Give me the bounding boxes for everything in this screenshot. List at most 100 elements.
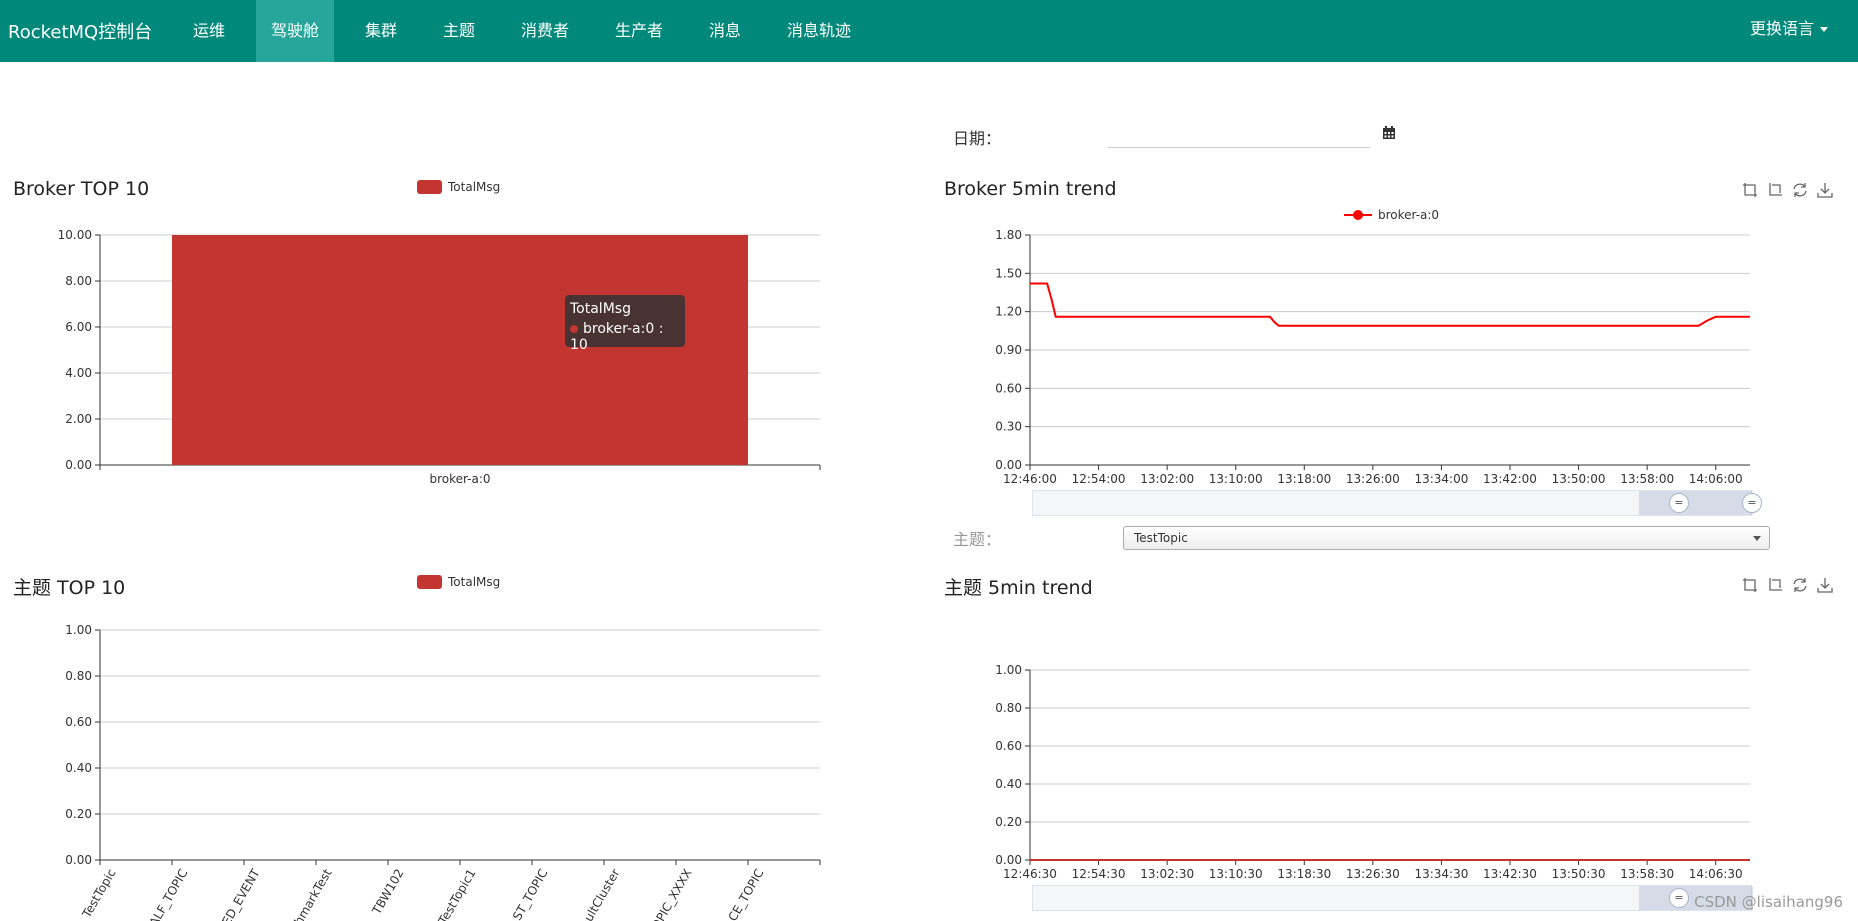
- x-tick-label: 13:26:00: [1346, 472, 1400, 486]
- x-tick-label: broker-a:0: [429, 472, 490, 486]
- legend-swatch: [417, 575, 442, 589]
- x-tick-label: 13:42:00: [1483, 472, 1537, 486]
- y-tick-label: 2.00: [65, 412, 92, 426]
- y-tick-label: 10.00: [58, 228, 92, 242]
- nav-item-producer[interactable]: 生产者: [600, 0, 678, 62]
- refresh-icon[interactable]: [1792, 577, 1808, 593]
- y-tick-label: 0.80: [995, 701, 1022, 715]
- x-tick-label: 13:50:00: [1552, 472, 1606, 486]
- tooltip-title: TotalMsg: [570, 301, 631, 317]
- x-tick-label: 13:58:00: [1620, 472, 1674, 486]
- zoom-reset-icon[interactable]: [1767, 577, 1783, 593]
- y-tick-label: 0.60: [995, 381, 1022, 395]
- topic-top-legend[interactable]: TotalMsg: [417, 575, 500, 589]
- x-tick-label: 13:02:00: [1140, 472, 1194, 486]
- x-tick-label: 12:46:00: [1003, 472, 1057, 486]
- zoom-icon[interactable]: [1742, 182, 1758, 198]
- dropdown-arrow-icon: [1753, 536, 1761, 541]
- nav-item-dashboard[interactable]: 驾驶舱: [256, 0, 335, 62]
- y-tick-label: 0.90: [995, 343, 1022, 357]
- broker-top-title: Broker TOP 10: [13, 178, 150, 200]
- y-tick-label: 1.50: [995, 266, 1022, 280]
- x-tick-label: 13:18:30: [1277, 867, 1331, 881]
- language-dropdown[interactable]: 更换语言: [1750, 0, 1828, 62]
- nav-item-ops[interactable]: 运维: [178, 0, 240, 62]
- x-tick-label: 13:18:00: [1277, 472, 1331, 486]
- y-tick-label: 0.80: [65, 669, 92, 683]
- broker-trend-title: Broker 5min trend: [944, 178, 1117, 200]
- x-tick-label: 14:06:00: [1689, 472, 1743, 486]
- x-tick-label: 13:10:30: [1209, 867, 1263, 881]
- zoom-icon[interactable]: [1742, 577, 1758, 593]
- x-tick-label: ...ED_EVENT: [213, 866, 262, 921]
- zoom-reset-icon[interactable]: [1767, 182, 1783, 198]
- y-tick-label: 0.30: [995, 420, 1022, 434]
- topic-top-chart: 0.00 0.20 0.40 0.60 0.80 1.00 TestTopic ...ALF_…: [65, 623, 821, 921]
- y-tick-label: 8.00: [65, 274, 92, 288]
- broker-trend-chart: 0.00 0.30 0.60 0.90 1.20 1.50 1.80 12:46:00 12:5…: [995, 228, 1750, 486]
- y-tick-label: 0.40: [65, 761, 92, 775]
- topic-trend-zoom-slider[interactable]: =: [1032, 885, 1753, 911]
- x-tick-label: ...faultCluster: [570, 866, 623, 921]
- date-input[interactable]: [1108, 120, 1370, 148]
- nav-item-cluster[interactable]: 集群: [350, 0, 412, 62]
- tooltip-dot: [570, 325, 578, 333]
- zoom-handle-left[interactable]: =: [1669, 493, 1689, 513]
- topic-select-value: TestTopic: [1134, 531, 1188, 545]
- x-tick-label: 13:26:30: [1346, 867, 1400, 881]
- legend-label: TotalMsg: [448, 575, 501, 589]
- y-tick-label: 1.80: [995, 228, 1022, 242]
- y-tick-label: 0.00: [65, 458, 92, 472]
- download-icon[interactable]: [1817, 182, 1833, 198]
- caret-down-icon: [1820, 27, 1828, 32]
- y-tick-label: 4.00: [65, 366, 92, 380]
- y-tick-label: 0.00: [65, 853, 92, 867]
- nav-item-topic[interactable]: 主题: [428, 0, 490, 62]
- topic-label: 主题：: [953, 530, 1002, 549]
- x-tick-label: ...CE_TOPIC: [720, 867, 767, 921]
- broker-top-chart: 0.00 2.00 4.00 6.00 8.00 10.00 broker-a:0: [58, 228, 821, 486]
- x-tick-label: TestTopic: [79, 867, 119, 921]
- y-tick-label: 1.00: [995, 663, 1022, 677]
- y-tick-label: 0.00: [995, 853, 1022, 867]
- x-tick-label: 12:54:00: [1072, 472, 1126, 486]
- x-tick-label: 13:34:30: [1414, 867, 1468, 881]
- y-tick-label: 0.60: [995, 739, 1022, 753]
- x-tick-label: 13:58:30: [1620, 867, 1674, 881]
- x-tick-label: 13:02:30: [1140, 867, 1194, 881]
- refresh-icon[interactable]: [1792, 182, 1808, 198]
- nav-item-message[interactable]: 消息: [694, 0, 756, 62]
- zoom-handle-left[interactable]: =: [1669, 888, 1689, 908]
- zoom-selection[interactable]: [1639, 491, 1753, 515]
- calendar-icon[interactable]: [1382, 126, 1396, 140]
- broker-top-legend[interactable]: TotalMsg: [417, 180, 500, 194]
- y-tick-label: 1.00: [65, 623, 92, 637]
- x-tick-label: 13:34:00: [1414, 472, 1468, 486]
- x-tick-label: TestTopic1: [435, 867, 478, 921]
- y-tick-label: 1.20: [995, 305, 1022, 319]
- y-tick-label: 0.60: [65, 715, 92, 729]
- topic-trend-title: 主题 5min trend: [944, 577, 1093, 599]
- brand-title[interactable]: RocketMQ控制台: [8, 18, 152, 44]
- x-tick-label: 12:46:30: [1003, 867, 1057, 881]
- legend-swatch: [417, 180, 442, 194]
- tooltip-line: broker-a:0 : 10: [570, 321, 664, 353]
- x-tick-label: 13:42:30: [1483, 867, 1537, 881]
- topic-select[interactable]: TestTopic: [1123, 526, 1770, 550]
- download-icon[interactable]: [1817, 577, 1833, 593]
- x-tick-label: 12:54:30: [1072, 867, 1126, 881]
- y-tick-label: 0.20: [995, 815, 1022, 829]
- zoom-handle-right[interactable]: =: [1742, 493, 1762, 513]
- broker-trend-zoom-slider[interactable]: = =: [1032, 490, 1762, 516]
- x-tick-label: ...ST_TOPIC: [504, 867, 550, 921]
- nav-item-message-trace[interactable]: 消息轨迹: [772, 0, 866, 62]
- x-tick-label: ...hmarkTest: [286, 866, 335, 921]
- series-line: [1030, 282, 1750, 327]
- nav-item-consumer[interactable]: 消费者: [506, 0, 584, 62]
- y-tick-label: 0.00: [995, 458, 1022, 472]
- y-tick-label: 6.00: [65, 320, 92, 334]
- x-tick-label: ...ALF_TOPIC: [141, 867, 191, 921]
- chart-tooltip: TotalMsg broker-a:0 : 10: [565, 295, 685, 353]
- date-label: 日期：: [953, 129, 1002, 148]
- y-tick-label: 0.20: [65, 807, 92, 821]
